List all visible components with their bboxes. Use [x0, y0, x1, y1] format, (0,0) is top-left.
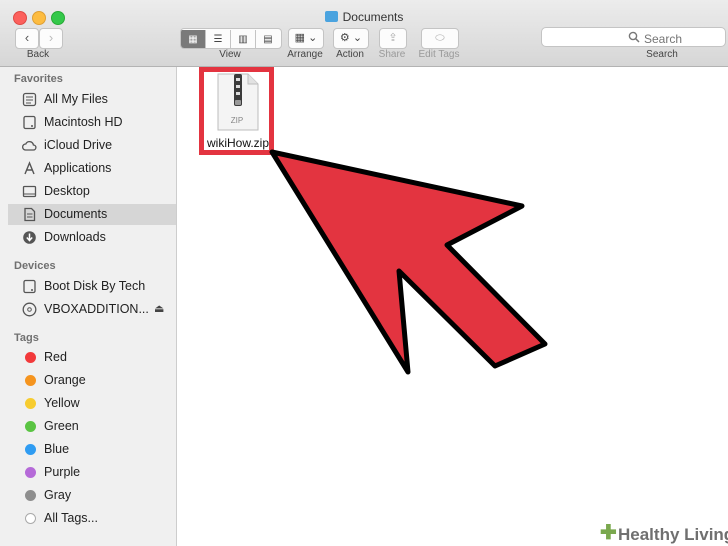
pointer-arrow-icon [269, 149, 548, 375]
logo-text: Healthy Living [618, 525, 728, 544]
healthy-living-logo: ✚ Healthy Living [594, 520, 728, 546]
plus-icon: ✚ [600, 522, 617, 544]
finder-window: Documents ‹ › Back ▦ ☰ ▥ ▤ View ▦ ⌄ Arrange… [0, 0, 728, 546]
